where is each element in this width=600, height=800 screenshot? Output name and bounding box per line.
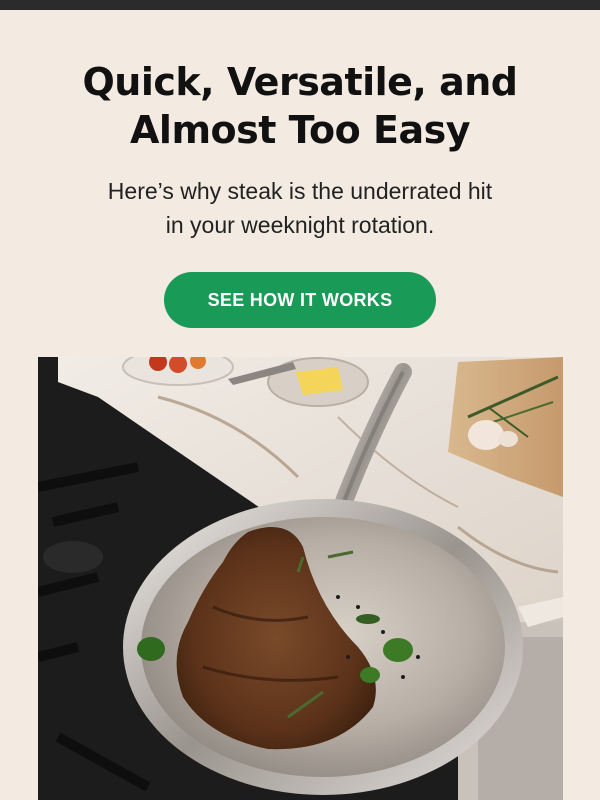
steak-in-pan-photo bbox=[38, 357, 563, 800]
headline: Quick, Versatile, and Almost Too Easy bbox=[30, 58, 570, 154]
subheadline-line-2: in your weeknight rotation. bbox=[165, 212, 435, 238]
headline-line-1: Quick, Versatile, and bbox=[82, 60, 519, 104]
top-bar bbox=[0, 0, 600, 10]
headline-line-2: Almost Too Easy bbox=[130, 108, 470, 152]
subheadline-line-1: Here’s why steak is the underrated hit bbox=[107, 178, 493, 204]
subheadline: Here’s why steak is the underrated hit i… bbox=[40, 174, 560, 242]
see-how-it-works-button[interactable]: SEE HOW IT WORKS bbox=[164, 272, 436, 328]
steak-pan-image[interactable] bbox=[38, 357, 563, 800]
